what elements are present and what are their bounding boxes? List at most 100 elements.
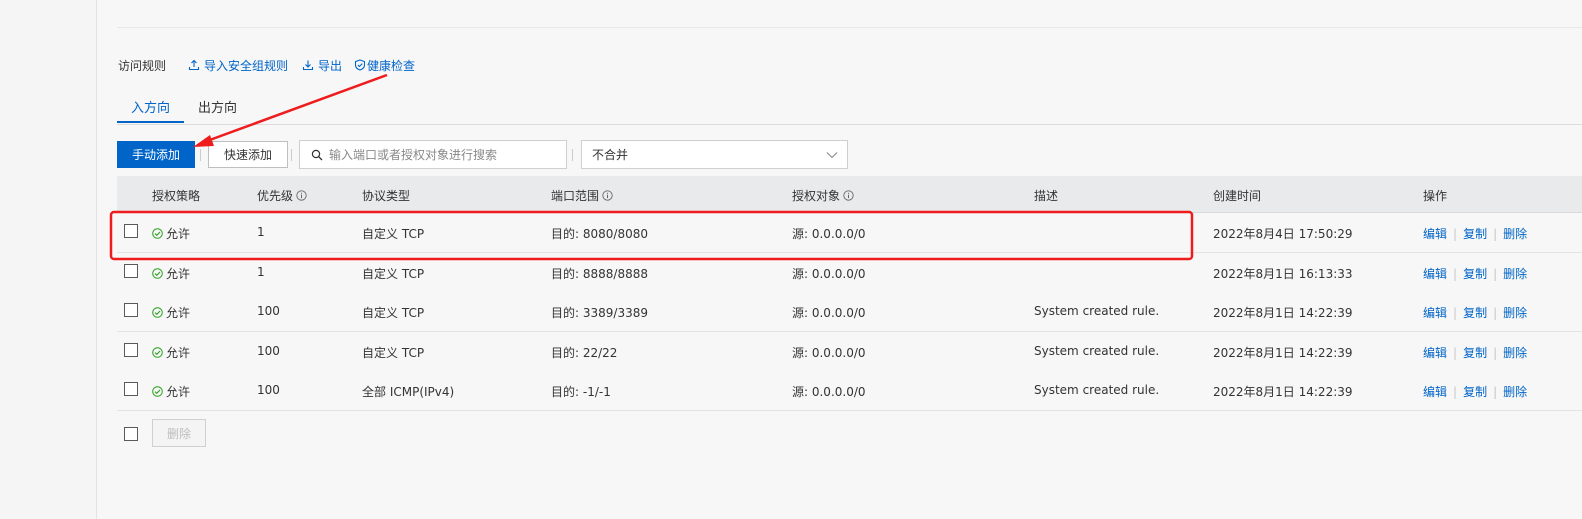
top-divider	[117, 27, 1582, 28]
tab-outbound[interactable]: 出方向	[198, 97, 237, 116]
created-time-cell: 2022年8月1日 14:22:39	[1213, 346, 1353, 360]
created-time-cell: 2022年8月4日 17:50:29	[1213, 227, 1353, 241]
main-content: 访问规则 导入安全组规则 导出 健康检查 入方向 出方向 手动添加 快速添加 输…	[97, 0, 1582, 519]
priority-cell: 100	[257, 344, 280, 358]
search-input[interactable]	[327, 146, 551, 163]
section-title: 访问规则	[118, 58, 167, 73]
tab-inbound[interactable]: 入方向	[131, 97, 170, 116]
health-check-label: 健康检查	[367, 58, 416, 73]
created-time-cell: 2022年8月1日 14:22:39	[1213, 385, 1353, 399]
check-circle-icon	[152, 386, 163, 397]
column-label: 描述	[1034, 189, 1059, 203]
column-header-created: 创建时间	[1213, 187, 1261, 204]
action-separator: |	[1493, 385, 1498, 399]
info-circle-icon[interactable]	[602, 190, 613, 201]
check-circle-icon	[152, 228, 163, 239]
import-rules-link[interactable]: 导入安全组规则	[188, 57, 288, 74]
export-link[interactable]: 导出	[302, 57, 342, 74]
copy-link[interactable]: 复制	[1463, 346, 1487, 360]
merge-select[interactable]: 不合并	[581, 140, 848, 169]
copy-link[interactable]: 复制	[1463, 306, 1487, 320]
toolbar-divider	[291, 149, 292, 161]
policy-label: 允许	[166, 227, 191, 241]
action-separator: |	[1453, 346, 1458, 360]
policy-cell: 允许	[152, 225, 190, 242]
policy-label: 允许	[166, 306, 191, 320]
edit-link[interactable]: 编辑	[1423, 306, 1447, 320]
check-circle-icon	[152, 268, 163, 279]
edit-link[interactable]: 编辑	[1423, 385, 1447, 399]
delete-link[interactable]: 删除	[1503, 346, 1527, 360]
row-checkbox[interactable]	[124, 264, 138, 278]
info-circle-icon[interactable]	[843, 190, 854, 201]
policy-cell: 允许	[152, 304, 190, 321]
info-circle-icon[interactable]	[296, 190, 307, 201]
description-cell: System created rule.	[1034, 383, 1160, 397]
select-all-checkbox[interactable]	[124, 427, 138, 441]
row-checkbox[interactable]	[124, 303, 138, 317]
policy-label: 允许	[166, 385, 191, 399]
quick-add-button[interactable]: 快速添加	[208, 141, 288, 168]
delete-link[interactable]: 删除	[1503, 306, 1527, 320]
copy-link[interactable]: 复制	[1463, 385, 1487, 399]
policy-cell: 允许	[152, 265, 190, 282]
export-label: 导出	[318, 58, 343, 73]
manual-add-button[interactable]: 手动添加	[117, 141, 195, 168]
action-separator: |	[1493, 346, 1498, 360]
delete-link[interactable]: 删除	[1503, 267, 1527, 281]
policy-label: 允许	[166, 267, 191, 281]
column-label: 创建时间	[1213, 189, 1262, 203]
search-field[interactable]	[299, 140, 567, 169]
upload-icon	[188, 59, 200, 71]
column-header-description: 描述	[1034, 187, 1058, 204]
column-header-source: 授权对象	[792, 187, 854, 204]
health-check-link[interactable]: 健康检查	[354, 57, 415, 74]
port-range-cell: 目的: 8888/8888	[551, 267, 648, 281]
edit-link[interactable]: 编辑	[1423, 346, 1447, 360]
row-checkbox[interactable]	[124, 224, 138, 238]
policy-cell: 允许	[152, 383, 190, 400]
column-header-protocol: 协议类型	[362, 187, 410, 204]
description-cell: System created rule.	[1034, 344, 1160, 358]
search-icon	[311, 149, 323, 160]
created-time-cell: 2022年8月1日 14:22:39	[1213, 306, 1353, 320]
actions-cell: 编辑 | 复制 | 删除	[1423, 265, 1527, 282]
delete-link[interactable]: 删除	[1503, 227, 1527, 241]
download-icon	[302, 60, 314, 71]
edit-link[interactable]: 编辑	[1423, 267, 1447, 281]
table-row: 允许 100 自定义 TCP 目的: 3389/3389 源: 0.0.0.0/…	[117, 292, 1582, 332]
column-header-priority: 优先级	[257, 187, 307, 204]
edit-link[interactable]: 编辑	[1423, 227, 1447, 241]
actions-cell: 编辑 | 复制 | 删除	[1423, 383, 1527, 400]
row-checkbox[interactable]	[124, 382, 138, 396]
action-separator: |	[1453, 227, 1458, 241]
port-range-cell: 目的: 22/22	[551, 346, 618, 360]
column-label: 授权策略	[152, 189, 201, 203]
toolbar-divider	[572, 149, 573, 161]
actions-cell: 编辑 | 复制 | 删除	[1423, 304, 1527, 321]
table-header: 授权策略 优先级 协议类型 端口范围 授权对象 描述 创建时间 操作	[117, 176, 1582, 213]
table-row: 允许 100 自定义 TCP 目的: 22/22 源: 0.0.0.0/0 Sy…	[117, 332, 1582, 372]
action-separator: |	[1453, 267, 1458, 281]
table-row: 允许 1 自定义 TCP 目的: 8080/8080 源: 0.0.0.0/0 …	[117, 213, 1582, 253]
copy-link[interactable]: 复制	[1463, 267, 1487, 281]
source-cell: 源: 0.0.0.0/0	[792, 346, 866, 360]
action-separator: |	[1453, 306, 1458, 320]
column-label: 操作	[1423, 189, 1448, 203]
priority-cell: 100	[257, 304, 280, 318]
chevron-down-icon	[826, 151, 838, 158]
import-rules-label: 导入安全组规则	[204, 58, 289, 73]
column-header-actions: 操作	[1423, 187, 1447, 204]
row-checkbox[interactable]	[124, 343, 138, 357]
copy-link[interactable]: 复制	[1463, 227, 1487, 241]
column-label: 协议类型	[362, 189, 411, 203]
table-row: 允许 100 全部 ICMP(IPv4) 目的: -1/-1 源: 0.0.0.…	[117, 371, 1582, 411]
rules-header: 访问规则 导入安全组规则 导出 健康检查	[118, 56, 429, 74]
delete-link[interactable]: 删除	[1503, 385, 1527, 399]
priority-cell: 1	[257, 265, 265, 279]
batch-delete-button: 删除	[152, 419, 206, 447]
port-range-cell: 目的: 3389/3389	[551, 306, 648, 320]
direction-tabs: 入方向 出方向	[117, 92, 1582, 125]
merge-select-value: 不合并	[592, 148, 629, 162]
source-cell: 源: 0.0.0.0/0	[792, 385, 866, 399]
